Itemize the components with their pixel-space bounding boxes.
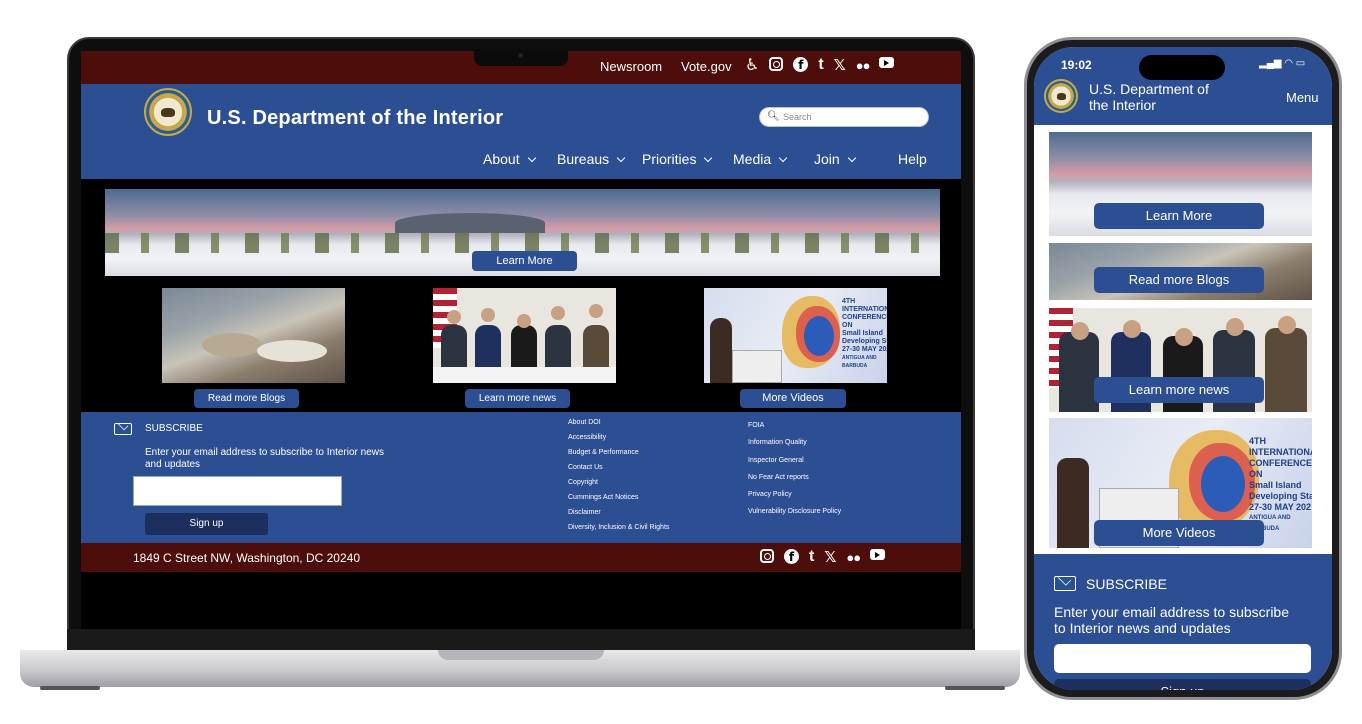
address-text: 1849 C Street NW, Washington, DC 20240 xyxy=(133,551,361,565)
learn-more-button[interactable]: Learn More xyxy=(472,251,577,271)
footer-link[interactable]: Information Quality xyxy=(748,434,841,451)
footer-link[interactable]: No Fear Act reports xyxy=(748,469,841,486)
more-videos-button[interactable]: More Videos xyxy=(1094,520,1264,546)
nav-media[interactable]: Media xyxy=(733,151,788,167)
mail-icon xyxy=(1054,576,1076,591)
blog-image[interactable] xyxy=(162,288,345,383)
signal-wifi-battery-icon: ▂▄▆ ◠ ▭ xyxy=(1259,58,1306,69)
video-image[interactable]: 4TH INTERNATIONALCONFERENCE ON Small Isl… xyxy=(704,288,887,383)
chevron-down-icon xyxy=(778,153,788,163)
site-title[interactable]: U.S. Department of the Interior xyxy=(207,107,503,130)
email-field[interactable] xyxy=(1054,644,1311,673)
footer-link[interactable]: Contact Us xyxy=(568,460,669,475)
nav-about[interactable]: About xyxy=(483,151,536,167)
mail-icon xyxy=(114,423,132,435)
doi-seal-logo[interactable] xyxy=(144,88,192,136)
footer-link[interactable]: Disclaimer xyxy=(568,505,669,520)
laptop-groove xyxy=(438,650,604,660)
read-more-blogs-button[interactable]: Read more Blogs xyxy=(1094,267,1264,293)
sign-up-button[interactable]: Sign up xyxy=(1054,679,1311,690)
x-icon[interactable]: 𝕏 xyxy=(824,549,836,565)
footer-link[interactable]: Vulnerability Disclosure Policy xyxy=(748,503,841,520)
site-header: U.S. Department of the Interior 🔍︎ Searc… xyxy=(81,84,961,179)
learn-more-news-button[interactable]: Learn more news xyxy=(1094,377,1264,403)
search-placeholder: Search xyxy=(783,112,812,122)
footer-link[interactable]: Privacy Policy xyxy=(748,486,841,503)
news-image[interactable] xyxy=(433,288,616,383)
tumblr-icon[interactable]: t xyxy=(818,57,823,73)
read-more-blogs-button[interactable]: Read more Blogs xyxy=(194,389,299,408)
learn-more-button[interactable]: Learn More xyxy=(1094,203,1264,229)
youtube-icon[interactable] xyxy=(870,549,886,560)
address-bar: 1849 C Street NW, Washington, DC 20240 f… xyxy=(81,543,961,572)
more-videos-button[interactable]: More Videos xyxy=(740,389,846,408)
subscribe-heading: SUBSCRIBE xyxy=(145,423,203,434)
footer-link[interactable]: Inspector General xyxy=(748,452,841,469)
flickr-icon[interactable]: ●● xyxy=(846,549,861,565)
subscribe-text: Enter your email address to subscribe to… xyxy=(1054,604,1289,636)
desktop-site: Newsroom Vote.gov ♿ f t 𝕏 ●● U.S. Depart… xyxy=(81,51,961,629)
subscribe-heading: SUBSCRIBE xyxy=(1086,576,1167,592)
mobile-site: 19:02 ▂▄▆ ◠ ▭ U.S. Department of the Int… xyxy=(1034,47,1332,690)
accessibility-icon[interactable]: ♿ xyxy=(745,57,759,73)
footer-link[interactable]: About DOI xyxy=(568,415,669,430)
facebook-icon[interactable]: f xyxy=(793,57,809,72)
nav-bureaus[interactable]: Bureaus xyxy=(557,151,626,167)
menu-button[interactable]: Menu xyxy=(1286,90,1319,105)
nav-priorities[interactable]: Priorities xyxy=(642,151,713,167)
vote-gov-link[interactable]: Vote.gov xyxy=(681,59,732,74)
dynamic-island xyxy=(1139,55,1225,80)
laptop-foot xyxy=(945,686,1005,690)
mobile-header: U.S. Department of the Interior Menu xyxy=(1034,77,1332,125)
site-footer: SUBSCRIBE Enter your email address to su… xyxy=(81,412,961,543)
laptop-foot xyxy=(40,686,100,690)
footer-links-col1: About DOI Accessibility Budget & Perform… xyxy=(568,415,669,535)
footer-link[interactable]: Cummings Act Notices xyxy=(568,490,669,505)
nav-join[interactable]: Join xyxy=(814,151,856,167)
chevron-down-icon xyxy=(527,153,536,163)
footer-link[interactable]: Diversity, Inclusion & Civil Rights xyxy=(568,520,669,535)
tumblr-icon[interactable]: t xyxy=(809,549,814,565)
flickr-icon[interactable]: ●● xyxy=(856,57,871,73)
site-title[interactable]: U.S. Department of the Interior xyxy=(1089,81,1209,113)
learn-more-news-button[interactable]: Learn more news xyxy=(465,389,570,408)
footer-link[interactable]: Copyright xyxy=(568,475,669,490)
chevron-down-icon xyxy=(847,153,856,163)
footer-link[interactable]: Accessibility xyxy=(568,430,669,445)
sign-up-button[interactable]: Sign up xyxy=(145,513,268,535)
search-icon: 🔍︎ xyxy=(767,111,780,122)
x-icon[interactable]: 𝕏 xyxy=(834,57,846,73)
instagram-icon[interactable] xyxy=(760,549,774,563)
youtube-icon[interactable] xyxy=(879,57,895,68)
search-input[interactable]: 🔍︎ Search xyxy=(759,107,929,127)
footer-links-col2: FOIA Information Quality Inspector Gener… xyxy=(748,417,841,521)
footer-social-icons: f t 𝕏 ●● xyxy=(760,549,886,565)
newsroom-link[interactable]: Newsroom xyxy=(600,59,662,74)
doi-seal-logo[interactable] xyxy=(1044,79,1078,113)
camera-notch xyxy=(474,49,568,66)
clock: 19:02 xyxy=(1061,58,1092,72)
email-field[interactable] xyxy=(133,476,342,506)
footer-link[interactable]: Budget & Performance xyxy=(568,445,669,460)
mobile-subscribe: SUBSCRIBE Enter your email address to su… xyxy=(1034,554,1332,690)
nav-help[interactable]: Help xyxy=(898,151,927,167)
laptop-chin xyxy=(67,629,975,650)
social-icons: ♿ f t 𝕏 ●● xyxy=(745,57,895,73)
subscribe-text: Enter your email address to subscribe to… xyxy=(145,447,384,470)
chevron-down-icon xyxy=(616,153,626,163)
chevron-down-icon xyxy=(704,153,713,163)
conference-banner-text: 4TH INTERNATIONALCONFERENCE ON Small Isl… xyxy=(842,298,887,369)
instagram-icon[interactable] xyxy=(769,57,784,71)
footer-link[interactable]: FOIA xyxy=(748,417,841,434)
facebook-icon[interactable]: f xyxy=(784,549,799,564)
